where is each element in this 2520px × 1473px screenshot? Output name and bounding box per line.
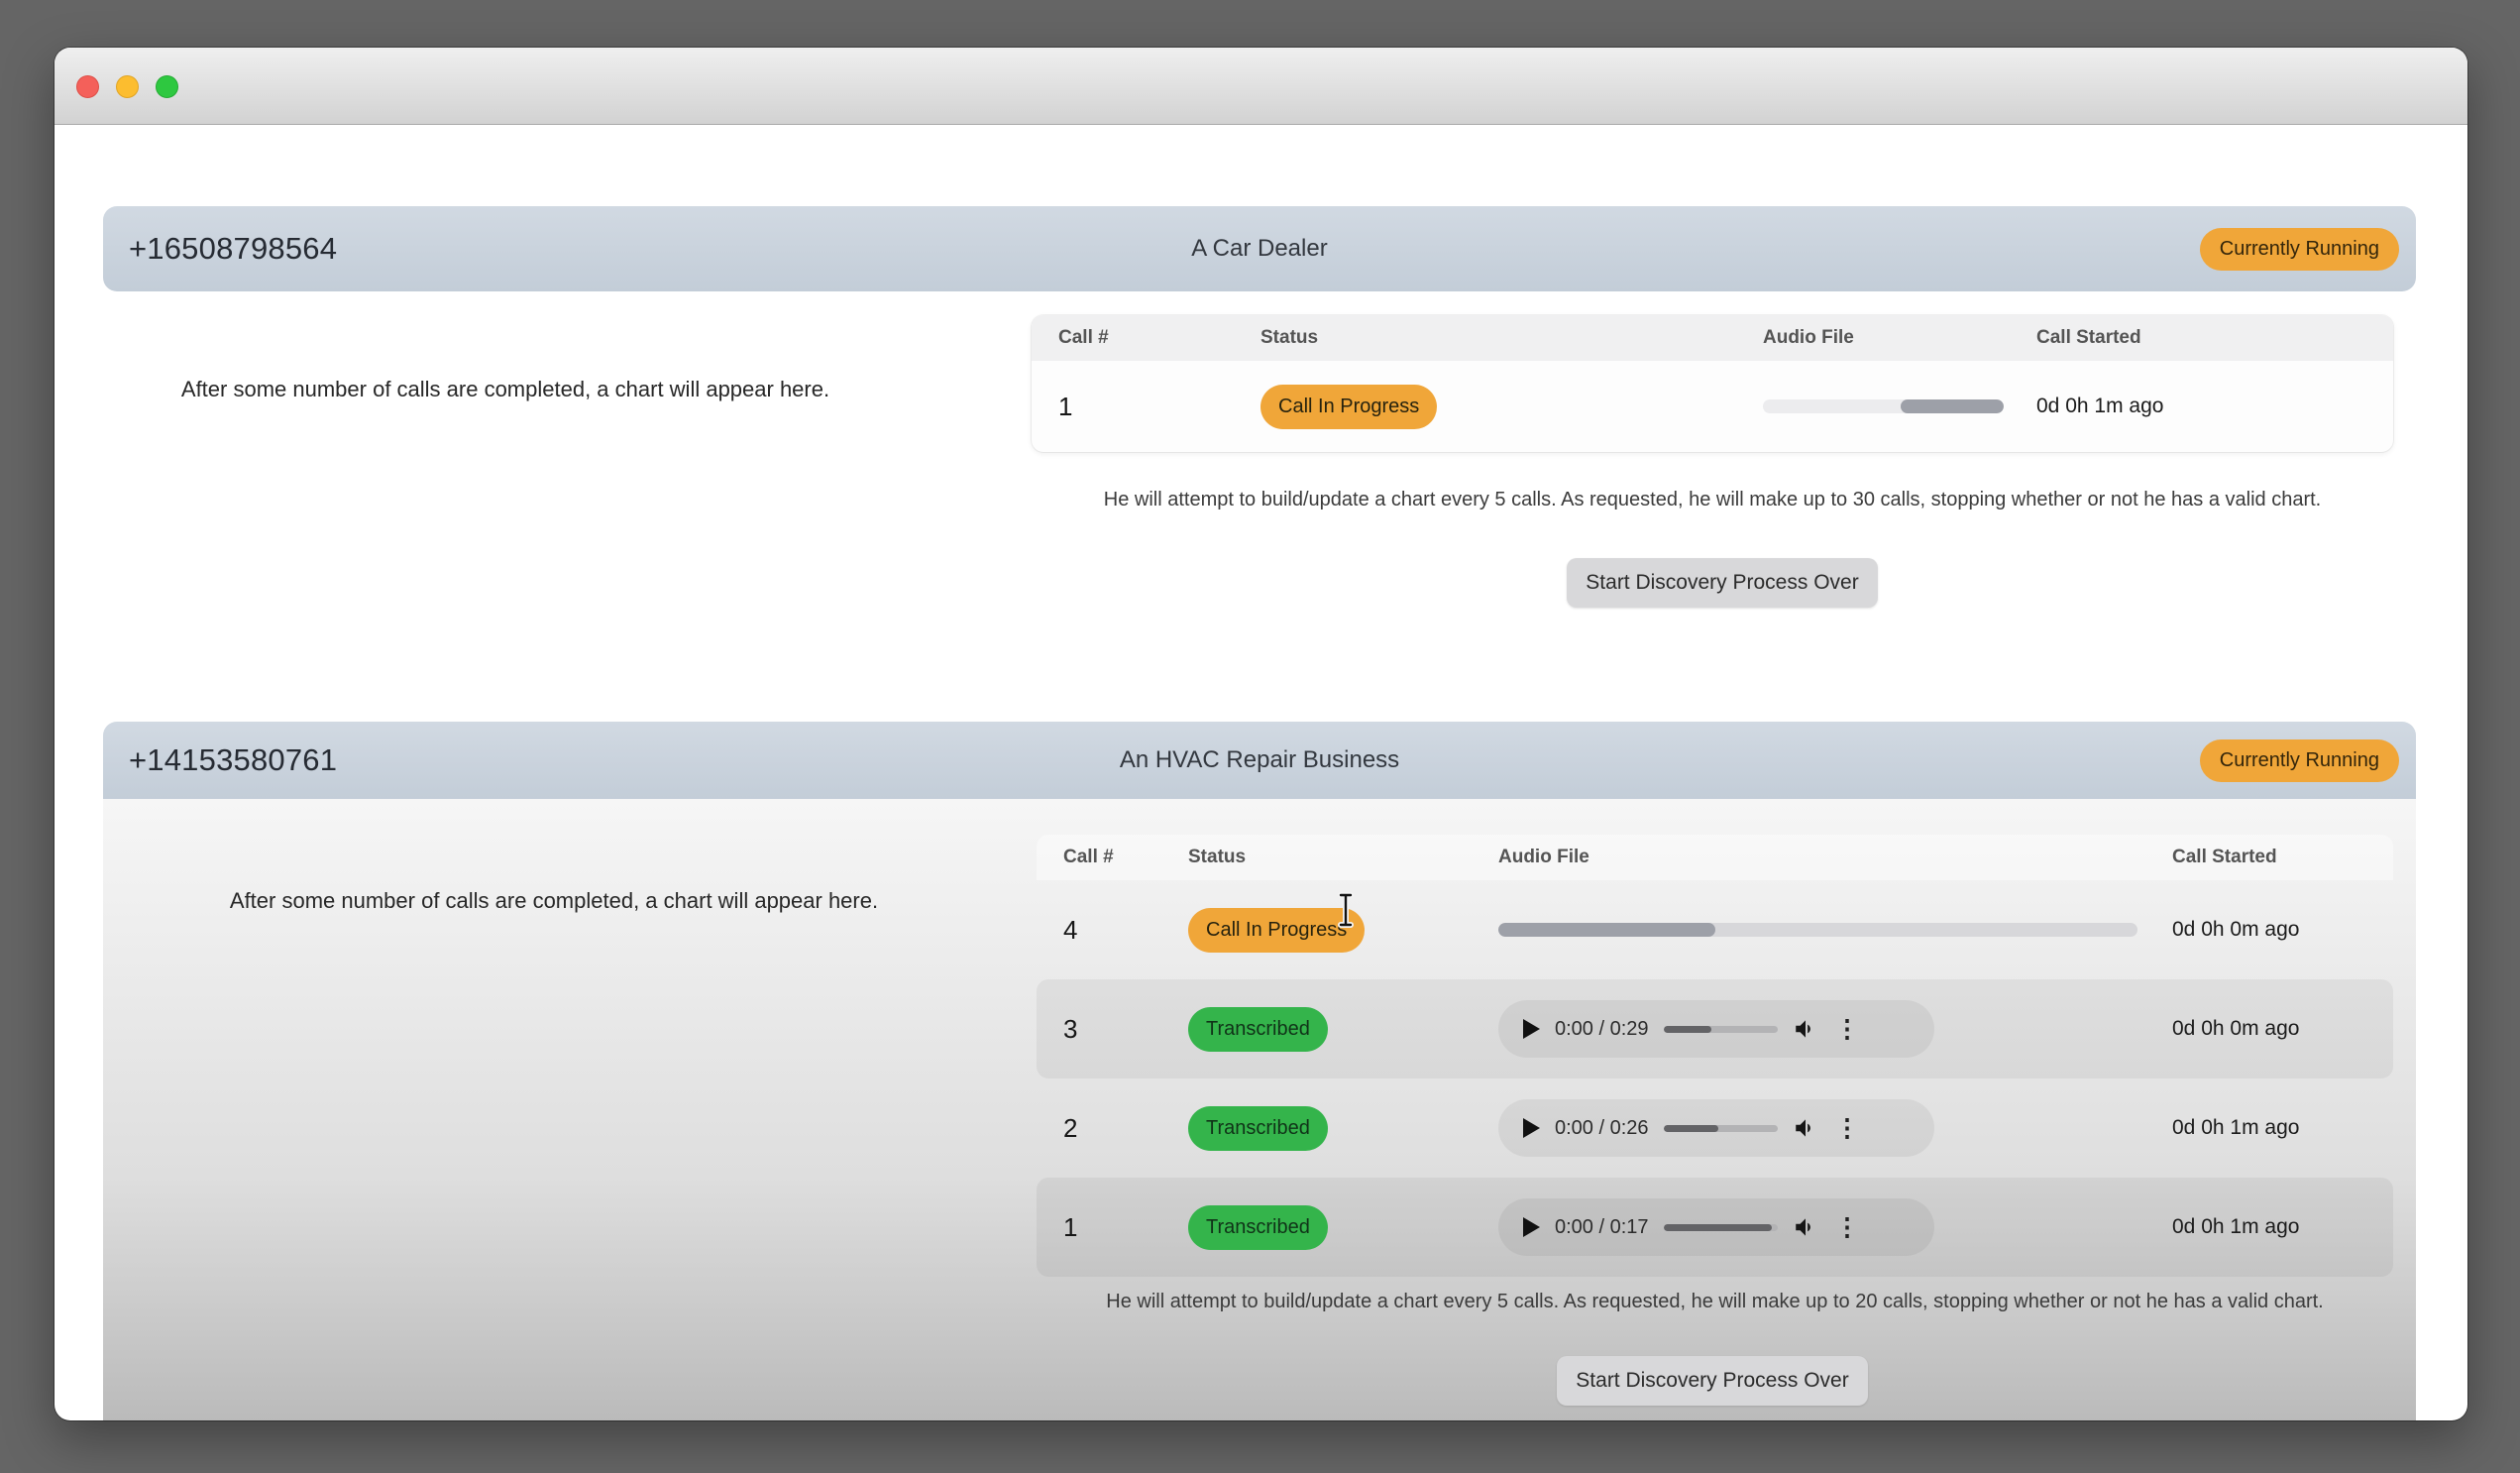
table-row: 2 Transcribed 0:00 / 0:26 xyxy=(1037,1078,2393,1178)
status-badge: Call In Progress xyxy=(1188,908,1365,953)
calls-table: Call # Status Audio File Call Started 1 … xyxy=(1032,315,2393,452)
overflow-menu-icon[interactable]: ⋮ xyxy=(1833,1215,1862,1240)
table-row: 3 Transcribed 0:00 / 0:29 xyxy=(1037,979,2393,1078)
status-badge-running: Currently Running xyxy=(2200,228,2399,271)
status-badge-running: Currently Running xyxy=(2200,739,2399,782)
status-badge: Transcribed xyxy=(1188,1007,1328,1052)
close-window-button[interactable] xyxy=(76,75,99,98)
chart-placeholder-text: After some number of calls are completed… xyxy=(114,375,897,404)
discovery-note: He will attempt to build/update a chart … xyxy=(1032,489,2393,511)
audio-loading-bar xyxy=(1763,399,2004,413)
business-title: An HVAC Repair Business xyxy=(1120,746,1399,774)
col-header-status: Status xyxy=(1188,847,1498,868)
volume-icon[interactable] xyxy=(1793,1115,1818,1141)
app-window: +16508798564 A Car Dealer Currently Runn… xyxy=(55,48,2467,1420)
loading-bar-fill xyxy=(1498,923,1715,937)
call-started-value: 0d 0h 1m ago xyxy=(2036,395,2393,418)
status-badge: Transcribed xyxy=(1188,1205,1328,1250)
call-number: 2 xyxy=(1063,1113,1188,1144)
overflow-menu-icon[interactable]: ⋮ xyxy=(1833,1116,1862,1141)
start-discovery-over-button[interactable]: Start Discovery Process Over xyxy=(1557,1356,1868,1406)
col-header-started: Call Started xyxy=(2172,847,2393,868)
audio-loading-bar xyxy=(1498,923,2137,937)
phone-number: +16508798564 xyxy=(129,231,337,267)
audio-player[interactable]: 0:00 / 0:26 ⋮ xyxy=(1498,1099,1934,1157)
window-titlebar xyxy=(55,48,2467,125)
col-header-call: Call # xyxy=(1063,847,1188,868)
table-header-row: Call # Status Audio File Call Started xyxy=(1032,315,2393,361)
seek-bar[interactable] xyxy=(1664,1026,1778,1033)
phone-number: +14153580761 xyxy=(129,742,337,778)
status-badge: Transcribed xyxy=(1188,1106,1328,1151)
panel-header-hvac: +14153580761 An HVAC Repair Business Cur… xyxy=(103,722,2416,799)
call-started-value: 0d 0h 0m ago xyxy=(2172,918,2393,942)
traffic-lights xyxy=(76,75,178,98)
play-icon[interactable] xyxy=(1522,1217,1540,1237)
volume-icon[interactable] xyxy=(1793,1016,1818,1042)
audio-time: 0:00 / 0:17 xyxy=(1555,1216,1649,1239)
calls-table: Call # Status Audio File Call Started 4 … xyxy=(1037,835,2393,1277)
zoom-window-button[interactable] xyxy=(156,75,178,98)
col-header-call: Call # xyxy=(1058,327,1260,349)
col-header-started: Call Started xyxy=(2036,327,2393,349)
col-header-status: Status xyxy=(1260,327,1763,349)
col-header-audio: Audio File xyxy=(1498,847,2172,868)
table-row: 1 Transcribed 0:00 / 0:17 xyxy=(1037,1178,2393,1277)
seek-bar[interactable] xyxy=(1664,1224,1778,1231)
panel-body: After some number of calls are completed… xyxy=(103,799,2416,1420)
play-icon[interactable] xyxy=(1522,1118,1540,1138)
seek-bar[interactable] xyxy=(1664,1125,1778,1132)
audio-time: 0:00 / 0:29 xyxy=(1555,1018,1649,1041)
start-discovery-over-button[interactable]: Start Discovery Process Over xyxy=(1567,558,1878,608)
table-row: 4 Call In Progress 0d 0h 0m ago xyxy=(1037,880,2393,979)
audio-player[interactable]: 0:00 / 0:17 ⋮ xyxy=(1498,1198,1934,1256)
volume-icon[interactable] xyxy=(1793,1214,1818,1240)
discovery-note: He will attempt to build/update a chart … xyxy=(1037,1291,2393,1313)
call-started-value: 0d 0h 1m ago xyxy=(2172,1116,2393,1140)
call-started-value: 0d 0h 1m ago xyxy=(2172,1215,2393,1239)
audio-player[interactable]: 0:00 / 0:29 ⋮ xyxy=(1498,1000,1934,1058)
call-started-value: 0d 0h 0m ago xyxy=(2172,1017,2393,1041)
status-badge: Call In Progress xyxy=(1260,385,1437,429)
seek-fill xyxy=(1664,1224,1772,1231)
call-number: 1 xyxy=(1058,392,1260,422)
seek-fill xyxy=(1664,1125,1718,1132)
overflow-menu-icon[interactable]: ⋮ xyxy=(1833,1017,1862,1042)
call-number: 4 xyxy=(1063,915,1188,946)
audio-time: 0:00 / 0:26 xyxy=(1555,1117,1649,1140)
call-number: 3 xyxy=(1063,1014,1188,1045)
loading-bar-fill xyxy=(1901,399,2004,413)
chart-placeholder-text: After some number of calls are completed… xyxy=(163,886,945,916)
table-header-row: Call # Status Audio File Call Started xyxy=(1037,835,2393,880)
col-header-audio: Audio File xyxy=(1763,327,2036,349)
seek-fill xyxy=(1664,1026,1711,1033)
minimize-window-button[interactable] xyxy=(116,75,139,98)
table-row: 1 Call In Progress 0d 0h 1m ago xyxy=(1032,361,2393,452)
panel-header-car-dealer: +16508798564 A Car Dealer Currently Runn… xyxy=(103,206,2416,291)
business-title: A Car Dealer xyxy=(1191,235,1327,263)
panel-hvac: +14153580761 An HVAC Repair Business Cur… xyxy=(103,722,2416,1420)
play-icon[interactable] xyxy=(1522,1019,1540,1039)
call-number: 1 xyxy=(1063,1212,1188,1243)
